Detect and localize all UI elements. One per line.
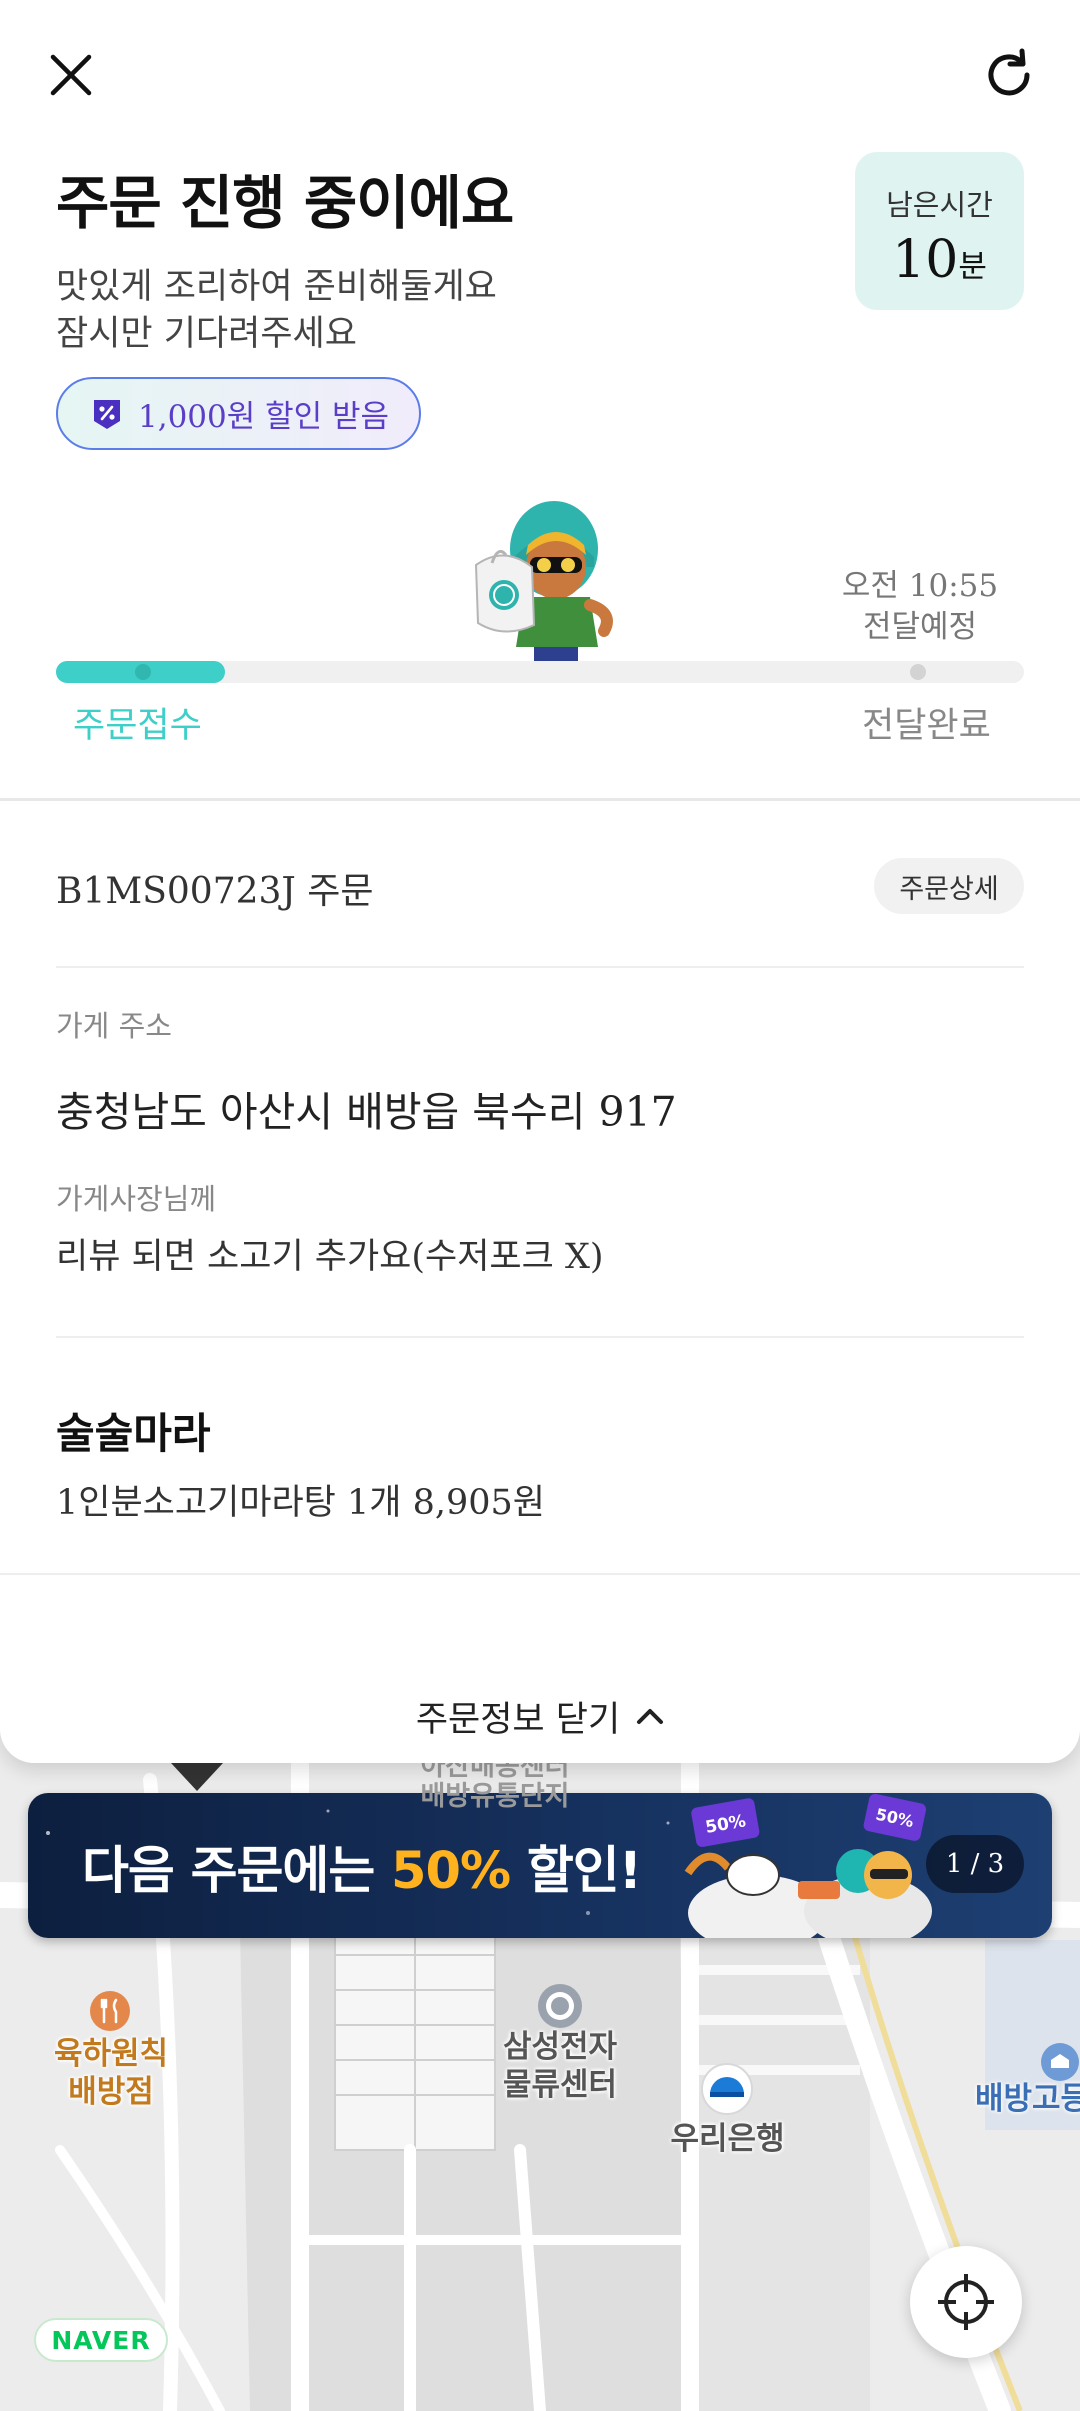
step-order-received: 주문접수: [73, 706, 202, 746]
locate-me-button[interactable]: [910, 2246, 1022, 2358]
section-divider: [0, 798, 1080, 801]
order-detail-button[interactable]: 주문상세: [874, 858, 1024, 914]
poi-school-label[interactable]: 배방고등: [975, 2080, 1080, 2118]
progress-end-dot: [910, 664, 926, 680]
divider: [56, 1336, 1024, 1338]
section-divider: [0, 1573, 1080, 1575]
remaining-time-box: 남은시간 10분: [855, 152, 1024, 310]
delivery-progress-bar: [56, 661, 1024, 683]
store-name: 술술마라: [56, 1409, 211, 1458]
discount-applied-chip[interactable]: 1,000원 할인 받음: [56, 377, 422, 450]
refresh-icon: [988, 48, 1030, 96]
divider: [56, 966, 1024, 968]
collapse-label: 주문정보 닫기: [415, 1699, 621, 1740]
store-address: 충청남도 아산시 배방읍 북수리 917: [56, 1088, 677, 1136]
close-icon: [50, 54, 92, 96]
remaining-time-value: 10분: [892, 230, 987, 290]
poi-logistics-label[interactable]: 삼성전자 물류센터: [480, 2028, 640, 2104]
map-pin-pointer: [171, 1763, 223, 1791]
store-address-label: 가게 주소: [56, 1009, 172, 1043]
remaining-time-label: 남은시간: [886, 188, 993, 222]
owner-memo-label: 가게사장님께: [56, 1182, 217, 1216]
restaurant-pin-icon[interactable]: [89, 1990, 131, 2036]
delivery-rider-illustration: [474, 501, 613, 661]
bank-pin-icon[interactable]: [700, 2062, 754, 2120]
chevron-up-icon: [637, 1709, 664, 1724]
poi-restaurant-label[interactable]: 육하원칙 배방점: [38, 2035, 184, 2111]
order-item: 1인분소고기마라탕 1개 8,905원: [56, 1483, 545, 1523]
order-status-sheet: 주문 진행 중이에요 맛있게 조리하여 준비해둘게요 잠시만 기다려주세요 1,…: [0, 0, 1080, 1763]
eta-label: 전달예정: [862, 609, 978, 645]
page-title: 주문 진행 중이에요: [56, 169, 514, 237]
factory-pin-icon[interactable]: [536, 1982, 584, 2034]
promo-banner-text: 다음 주문에는 50% 할인!: [82, 1842, 642, 1901]
eta-info: 오전 10:55 전달예정: [820, 566, 1020, 648]
promo-banner[interactable]: 다음 주문에는 50% 할인! 50% 50% 1 / 3: [28, 1793, 1052, 1938]
step-delivered: 전달완료: [862, 706, 991, 746]
order-number: B1MS00723J 주문: [56, 871, 374, 912]
discount-chip-label: 1,000원 할인 받음: [138, 399, 390, 435]
collapse-order-info-button[interactable]: 주문정보 닫기: [380, 1688, 700, 1744]
eta-time: 오전 10:55: [841, 568, 999, 604]
status-subtitle: 맛있게 조리하여 준비해둘게요 잠시만 기다려주세요: [56, 267, 497, 354]
discount-coupon-icon: [94, 399, 120, 429]
banner-page-counter: 1 / 3: [926, 1835, 1024, 1893]
refresh-button[interactable]: [974, 40, 1044, 110]
poi-bank-label[interactable]: 우리은행: [650, 2120, 805, 2158]
owner-memo: 리뷰 되면 소고기 추가요(수저포크 X): [56, 1237, 604, 1277]
crosshair-icon: [938, 2274, 994, 2330]
progress-current-dot: [135, 664, 151, 680]
naver-logo: NAVER: [34, 2318, 168, 2362]
close-button[interactable]: [36, 40, 106, 110]
